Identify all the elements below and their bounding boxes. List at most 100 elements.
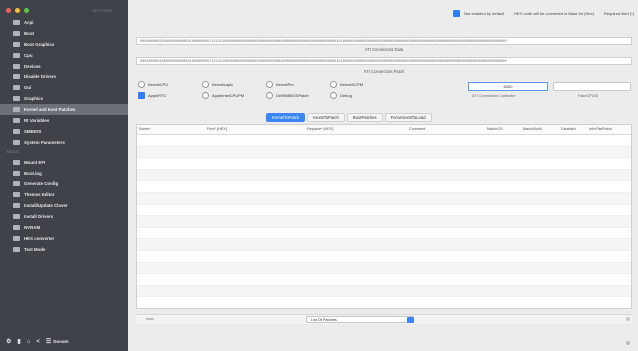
share-icon[interactable]: < [36,339,40,345]
tool-text-mode[interactable]: Text Mode [0,244,128,255]
sidebar-item-gui[interactable]: Gui [0,82,128,93]
sidebar-item-devices[interactable]: Devices [0,61,128,72]
ati-connectors-patch-field[interactable]: 0004000004000000000000010000000071222210… [136,57,632,65]
chevron-down-icon[interactable] [407,317,414,323]
section-icon [13,85,20,91]
option-kernelxcpm[interactable]: KernelXCPM [330,81,394,88]
tool-generate-config[interactable]: Generate Config [0,178,128,189]
table-row[interactable] [137,297,631,308]
table-row[interactable] [137,239,631,251]
tool-nvram[interactable]: NVRAM [0,222,128,233]
table-row[interactable] [137,262,631,275]
sidebar-item-boot-graphics[interactable]: Boot Graphics [0,39,128,50]
section-icon [13,139,20,145]
checkbox[interactable] [138,92,145,99]
ati-connectors-data-field[interactable]: 0004000003040000000000010000000071222210… [136,37,632,45]
sidebar-item-system-parameters[interactable]: System Parameters [0,137,128,148]
tab-boot-patches[interactable]: BootPatches [346,113,383,122]
column-header[interactable]: Replace* [HEX] [307,127,333,131]
tool-mount-efi[interactable]: Mount EFI [0,157,128,168]
sidebar-item-label: Cpu [24,52,33,58]
tool-install-update-clover[interactable]: Install/Update Clover [0,200,128,211]
table-row[interactable] [137,251,631,263]
close-button[interactable] [6,8,11,13]
option-appleintelcpupm[interactable]: AppleIntelCPUPM [202,92,266,99]
sidebar-header: SECTIONS [92,8,113,13]
tool-label: Install Drivers [24,214,54,220]
checkbox[interactable] [266,92,273,99]
table-row[interactable] [137,216,631,228]
sidebar-item-label: System Parameters [24,139,65,145]
table-row[interactable] [137,146,631,159]
tools-header: TOOLS [6,150,19,155]
column-header[interactable]: Comment [409,127,425,131]
table-row[interactable] [137,205,631,217]
tab-force-kexts-to-load[interactable]: ForceKextsToLoad [384,113,432,122]
option-kernelpm[interactable]: KernelPm [266,81,330,88]
tool-hex-converter[interactable]: HEX converter [0,233,128,244]
checkbox[interactable] [202,92,209,99]
checkbox[interactable] [330,92,337,99]
sidebar-item-acpi[interactable]: Acpi [0,17,128,28]
option-label: Debug [340,93,352,98]
sidebar-item-disable-drivers[interactable]: Disable Drivers [0,71,128,82]
tool-label: Text Mode [24,246,46,252]
patch-tabs: KernelToPatch KextsToPatch BootPatches F… [266,113,432,122]
tool-install-drivers[interactable]: Install Drivers [0,211,128,222]
table-row[interactable] [137,192,631,205]
tool-boot-log[interactable]: Boot.log [0,168,128,179]
sidebar-item-smbios[interactable]: SMBIOS [0,126,128,137]
column-header[interactable]: Disabled [561,127,576,131]
sidebar-item-boot[interactable]: Boot [0,28,128,39]
tab-kexts-to-patch[interactable]: KextsToPatch [307,113,345,122]
sidebar-item-kernel-kext-patches[interactable]: Kernel and Kext Patches [0,104,128,116]
table-row[interactable] [137,274,631,286]
table-row[interactable] [137,228,631,240]
table-row[interactable] [137,169,631,182]
checkbox[interactable] [330,81,337,88]
ati-connectors-patch-caption: ATI Connectors Patch [363,69,405,74]
window-resize-handle[interactable] [626,341,630,345]
convert-icon [13,235,20,241]
column-header[interactable]: Find* [HEX] [207,127,227,131]
option-applertc[interactable]: AppleRTC [138,92,202,99]
option-debug[interactable]: Debug [330,92,394,99]
tab-kernel-to-patch[interactable]: KernelToPatch [266,113,306,122]
ati-controller-input[interactable]: 6000 [468,82,548,91]
column-header[interactable]: Name* [139,127,151,131]
home-icon[interactable]: ⌂ [27,339,31,345]
zoom-button[interactable] [24,8,29,13]
table-row[interactable] [137,285,631,298]
sidebar-item-cpu[interactable]: Cpu [0,50,128,61]
checkbox[interactable] [138,81,145,88]
column-header[interactable]: InfoPlistPatch [589,127,612,131]
list-of-patches-popup[interactable]: List Of Patches [306,316,414,323]
footer-action-icon[interactable] [626,317,630,321]
tool-label: Install/Update Clover [24,203,68,209]
sidebar-item-label: Acpi [24,19,34,25]
bookmark-icon[interactable]: ▮ [17,338,20,345]
checkbox[interactable] [266,81,273,88]
donate-button[interactable]: ☰ Donate [46,338,69,345]
table-row[interactable] [137,181,631,193]
column-header[interactable]: MatchBuild [523,127,542,131]
options-row-2: AppleRTC AppleIntelCPUPM DellSMBIOSPatch… [138,92,394,99]
fake-cpuid-select[interactable] [553,82,631,91]
minimize-button[interactable] [15,8,20,13]
option-kernellapic[interactable]: KernelLapic [202,81,266,88]
option-dellsmbiospatch[interactable]: DellSMBIOSPatch [266,92,330,99]
settings-icon[interactable]: ⚙ [6,338,11,345]
tool-label: HEX converter [24,235,55,241]
checkbox[interactable] [202,81,209,88]
option-label: KernelXCPM [340,82,364,87]
column-header[interactable]: MatchOS [487,127,503,131]
table-row[interactable] [137,135,631,147]
option-kernelcpu[interactable]: KernelCPU [138,81,202,88]
table-row[interactable] [137,158,631,170]
option-label: KernelPm [276,82,294,87]
sidebar-item-graphics[interactable]: Graphics [0,93,128,104]
sidebar-item-rt-variables[interactable]: Rt Variables [0,115,128,126]
section-icon [13,52,20,58]
table-scrollbar[interactable] [146,318,154,320]
tool-themes-editor[interactable]: Themes Editor [0,189,128,200]
